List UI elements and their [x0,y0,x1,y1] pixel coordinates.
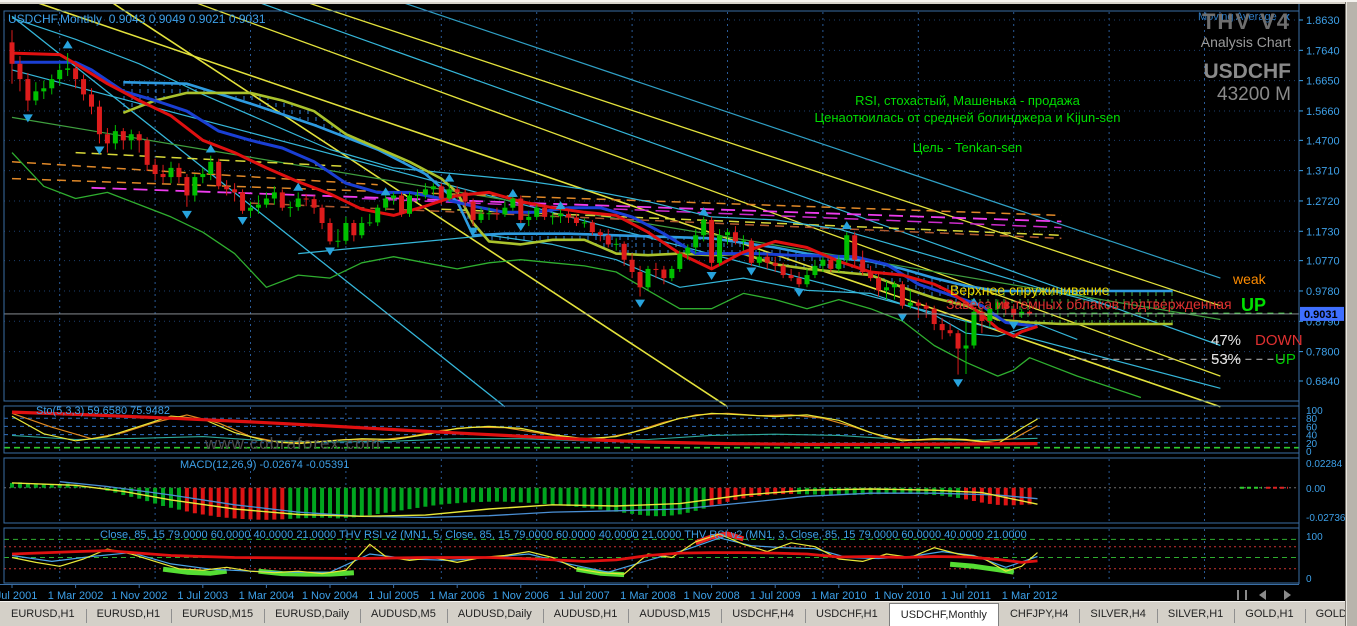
svg-text:0: 0 [1306,447,1312,458]
svg-text:1.3710: 1.3710 [1306,166,1340,178]
svg-text:1.6650: 1.6650 [1306,76,1340,88]
chart-tab-audusd-h1[interactable]: AUDUSD,H1 [542,602,629,626]
svg-text:100: 100 [1306,532,1323,543]
chart-tab-usdchf-h1[interactable]: USDCHF,H1 [805,602,889,626]
svg-text:1.1730: 1.1730 [1306,226,1340,238]
svg-text:0.9031: 0.9031 [1304,309,1338,321]
chart-tab-eurusd-h1[interactable]: EURUSD,H1 [85,602,172,626]
svg-text:0.9780: 0.9780 [1306,286,1340,298]
svg-text:0: 0 [1306,574,1312,585]
svg-text:1.4700: 1.4700 [1306,135,1340,147]
svg-text:1.2720: 1.2720 [1306,196,1340,208]
mt4-chart-window: 1.8630 1.7640 1.6650 1.5660 1.4700 1.3710 1.27… [0,0,1357,626]
chart-tab-eurusd-h1[interactable]: EURUSD,H1 [0,602,86,626]
chart-tab-bar: EURUSD,H1 EURUSD,H1 EURUSD,M15 EURUSD,Daily… [0,601,1357,626]
svg-text:0.7800: 0.7800 [1306,347,1340,359]
chart-tab-eurusd-daily[interactable]: EURUSD,Daily [264,602,360,626]
window-right-border [1345,2,1357,626]
chart-tab-usdchf-h4[interactable]: USDCHF,H4 [721,602,805,626]
chart-tab-usdchf-monthly[interactable]: USDCHF,Monthly [888,603,999,626]
chart-tab-eurusd-m15[interactable]: EURUSD,M15 [171,602,264,626]
chart-tab-silver-h1[interactable]: SILVER,H1 [1156,602,1234,626]
svg-text:1.7640: 1.7640 [1306,45,1340,57]
chart-tab-audusd-m15[interactable]: AUDUSD,M15 [628,602,721,626]
chart-canvas[interactable]: 1.8630 1.7640 1.6650 1.5660 1.4700 1.3710 1.27… [0,4,1345,604]
chart-tab-audusd-daily[interactable]: AUDUSD,Daily [446,602,543,626]
svg-text:0.6840: 0.6840 [1306,376,1340,388]
svg-text:-0.02736: -0.02736 [1306,513,1345,524]
svg-text:1.5660: 1.5660 [1306,106,1340,118]
svg-text:1.0770: 1.0770 [1306,256,1340,268]
svg-text:0.00: 0.00 [1306,484,1326,495]
chart-tab-silver-h4[interactable]: SILVER,H4 [1079,602,1156,626]
chart-tab-gold-h1[interactable]: GOLD,H1 [1234,602,1304,626]
chart-tab-audusd-m5[interactable]: AUDUSD,M5 [360,602,447,626]
svg-text:1.8630: 1.8630 [1306,15,1340,27]
chart-tab-chfjpy-h4[interactable]: CHFJPY,H4 [999,602,1079,626]
price-scale: 1.8630 1.7640 1.6650 1.5660 1.4700 1.3710 1.27… [1298,4,1345,604]
svg-text:0.02284: 0.02284 [1306,459,1343,470]
